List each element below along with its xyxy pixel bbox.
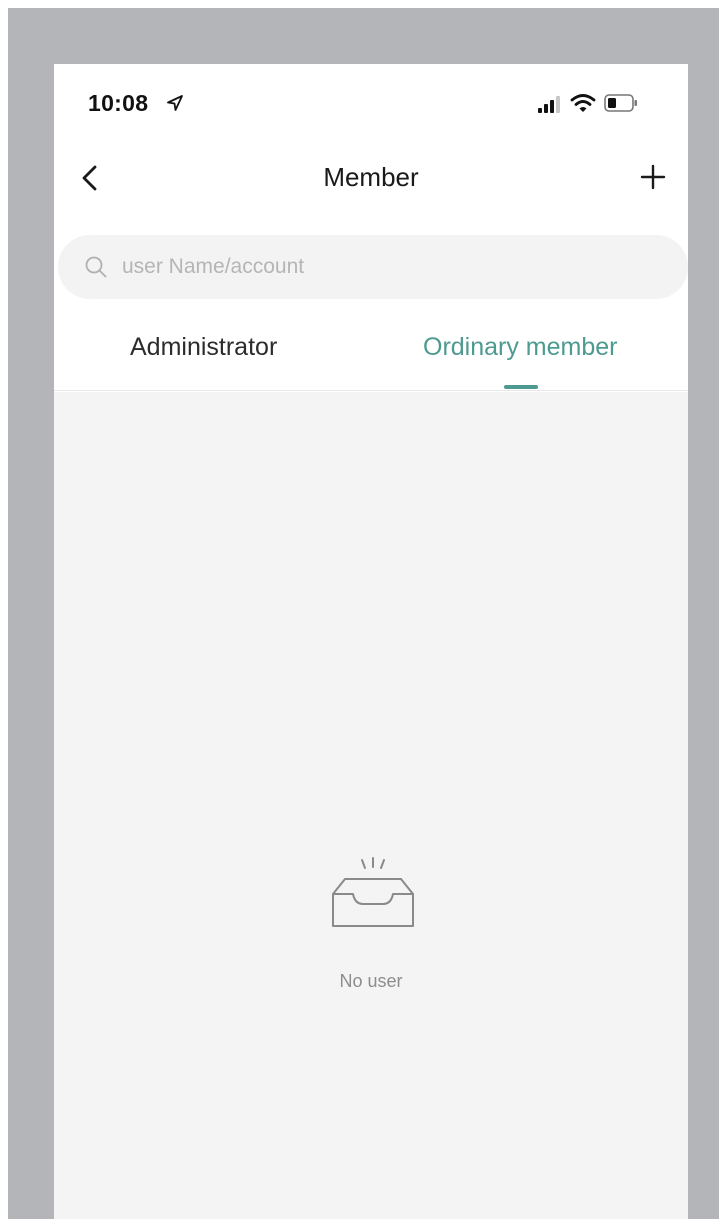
tab-administrator[interactable]: Administrator — [130, 333, 277, 362]
status-bar: 10:08 — [54, 64, 688, 144]
wifi-icon — [570, 94, 596, 112]
plus-icon[interactable] — [638, 162, 668, 192]
active-tab-indicator — [504, 385, 538, 389]
battery-icon — [604, 94, 637, 112]
cellular-signal-icon — [538, 96, 560, 113]
search-icon — [85, 256, 107, 278]
location-arrow-icon — [167, 95, 183, 111]
status-time: 10:08 — [88, 90, 149, 116]
member-tabs: Administrator Ordinary member — [54, 319, 688, 391]
navigation-bar: Member — [54, 144, 688, 212]
search-input[interactable] — [122, 247, 662, 287]
member-list-area: No user — [54, 392, 688, 1219]
empty-inbox-icon — [332, 857, 414, 927]
page: 10:08 Member user Name/account Administr… — [0, 0, 719, 1219]
phone-screen: 10:08 Member user Name/account Administr… — [54, 64, 688, 1219]
tab-ordinary-member[interactable]: Ordinary member — [423, 333, 618, 362]
empty-state-message: No user — [339, 971, 403, 991]
search-bar[interactable] — [58, 235, 688, 299]
page-title: Member — [323, 162, 419, 192]
